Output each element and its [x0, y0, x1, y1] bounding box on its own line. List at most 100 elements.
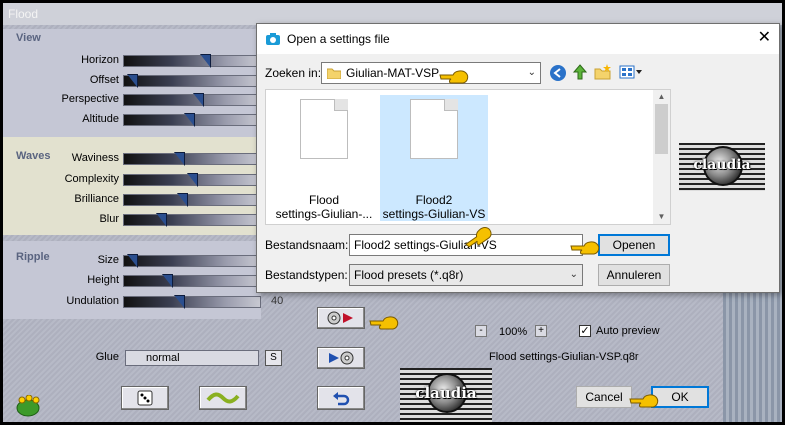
- slider-track[interactable]: [123, 54, 261, 68]
- slider-thumb[interactable]: [193, 93, 204, 107]
- dice-icon: [137, 390, 153, 406]
- zoom-out-button[interactable]: -: [475, 325, 487, 337]
- dialog-title: Open a settings file: [287, 32, 390, 46]
- file-fold: [444, 99, 458, 111]
- scroll-down-icon[interactable]: ▼: [653, 210, 670, 224]
- auto-preview-checkbox[interactable]: ✓: [579, 325, 591, 337]
- s-button[interactable]: S: [265, 350, 282, 366]
- open-button[interactable]: Openen: [598, 234, 670, 256]
- random-button[interactable]: [121, 386, 169, 410]
- preset-name: Flood settings-Giulian-VSP.q8r: [489, 351, 639, 363]
- slider-thumb[interactable]: [177, 193, 188, 207]
- file-name-line1: Flood: [308, 193, 340, 207]
- frog-logo-icon: [16, 395, 40, 417]
- slider-label: Waviness: [71, 152, 119, 164]
- slider-track[interactable]: [123, 113, 261, 127]
- glue-label: Glue: [95, 351, 119, 363]
- auto-preview-toggle[interactable]: ✓ Auto preview: [579, 325, 660, 337]
- pointer-hand-icon: [439, 70, 469, 84]
- slider-track[interactable]: [123, 74, 261, 88]
- slider-track[interactable]: [123, 193, 261, 207]
- camera-icon: [266, 33, 280, 45]
- slider-track[interactable]: [123, 254, 261, 268]
- cancel-button[interactable]: Cancel: [576, 386, 632, 408]
- lookin-value: Giulian-MAT-VSP: [346, 66, 440, 80]
- slider-label: Altitude: [82, 113, 119, 125]
- file-item[interactable]: Flood settings-Giulian-...: [270, 95, 378, 221]
- slider-label: Perspective: [61, 93, 119, 105]
- undo-button[interactable]: [317, 386, 365, 410]
- slider-thumb[interactable]: [127, 74, 138, 88]
- slider-thumb[interactable]: [127, 254, 138, 268]
- slider-thumb[interactable]: [187, 173, 198, 187]
- slider-track[interactable]: [123, 295, 261, 309]
- slider-track[interactable]: [123, 173, 261, 187]
- filetype-value: Flood presets (*.q8r): [354, 268, 464, 282]
- wave-icon: [206, 392, 240, 404]
- slider-track[interactable]: [123, 152, 261, 166]
- slider-thumb[interactable]: [156, 213, 167, 227]
- chevron-down-icon: ⌄: [569, 269, 578, 280]
- slider-thumb[interactable]: [200, 54, 211, 68]
- up-folder-icon[interactable]: [571, 63, 589, 81]
- slider-label: Blur: [99, 213, 119, 225]
- lookin-select[interactable]: Giulian-MAT-VSP ⌄: [321, 62, 541, 84]
- file-name-line1: Flood2: [415, 193, 453, 207]
- file-item-selected[interactable]: Flood2 settings-Giulian-VS: [380, 95, 488, 221]
- slider-label: Size: [97, 254, 119, 266]
- auto-preview-label: Auto preview: [596, 325, 660, 337]
- new-folder-icon[interactable]: [594, 63, 612, 81]
- slider-track[interactable]: [123, 213, 261, 227]
- arrow-disc-icon: [329, 351, 354, 365]
- chevron-down-icon: ⌄: [527, 67, 536, 78]
- zoom-in-button[interactable]: +: [535, 325, 547, 337]
- slider-thumb[interactable]: [174, 295, 185, 309]
- pointer-hand-icon: [369, 316, 399, 330]
- scroll-thumb[interactable]: [655, 104, 668, 154]
- slider-label: Complexity: [64, 173, 119, 185]
- file-name-line2: settings-Giulian-...: [275, 207, 373, 221]
- disc-arrow-icon: [327, 311, 353, 325]
- reset-button[interactable]: [199, 386, 247, 410]
- zoom-value: 100%: [499, 326, 528, 338]
- folder-icon: [327, 68, 341, 79]
- view-menu-icon[interactable]: [619, 65, 643, 79]
- value-readout: 40: [271, 295, 284, 307]
- slider-track[interactable]: [123, 274, 261, 288]
- scroll-up-icon[interactable]: ▲: [653, 90, 670, 104]
- slider-thumb[interactable]: [162, 274, 173, 288]
- filetype-label: Bestandstypen:: [265, 268, 348, 282]
- slider-label: Brilliance: [74, 193, 119, 205]
- undo-icon: [333, 392, 350, 406]
- file-fold: [334, 99, 348, 111]
- thumb-text: claudia: [415, 384, 477, 402]
- dialog-cancel-button[interactable]: Annuleren: [598, 264, 670, 286]
- preview-thumbnail: claudia: [679, 143, 765, 191]
- file-name: Flood settings-Giulian-...: [270, 193, 378, 221]
- section-title-view: View: [16, 32, 41, 44]
- slider-thumb[interactable]: [184, 113, 195, 127]
- pointer-hand-icon: [570, 241, 600, 255]
- file-name: Flood2 settings-Giulian-VS: [380, 193, 488, 221]
- glue-select[interactable]: normal: [125, 350, 259, 366]
- save-preset-button[interactable]: [317, 347, 365, 369]
- close-icon[interactable]: ✕: [758, 30, 771, 46]
- filetype-select[interactable]: Flood presets (*.q8r) ⌄: [349, 264, 583, 286]
- slider-label: Horizon: [81, 54, 119, 66]
- filename-label: Bestandsnaam:: [265, 238, 349, 252]
- file-list: Flood settings-Giulian-... Flood2 settin…: [265, 89, 671, 225]
- flood-title: Flood: [3, 3, 782, 25]
- slider-track[interactable]: [123, 93, 261, 107]
- file-name-line2: settings-Giulian-VS: [382, 207, 486, 221]
- ok-button[interactable]: OK: [651, 386, 709, 408]
- slider-label: Offset: [89, 74, 119, 86]
- open-settings-dialog: Open a settings file ✕ Zoeken in: Giulia…: [256, 23, 780, 293]
- lookin-label: Zoeken in:: [265, 66, 322, 80]
- preset-thumbnail: claudia: [400, 368, 492, 422]
- back-icon[interactable]: [549, 64, 567, 82]
- slider-label: Undulation: [66, 295, 119, 307]
- slider-label: Height: [87, 274, 119, 286]
- load-preset-button[interactable]: [317, 307, 365, 329]
- file-list-scrollbar[interactable]: ▲ ▼: [653, 90, 670, 224]
- slider-thumb[interactable]: [174, 152, 185, 166]
